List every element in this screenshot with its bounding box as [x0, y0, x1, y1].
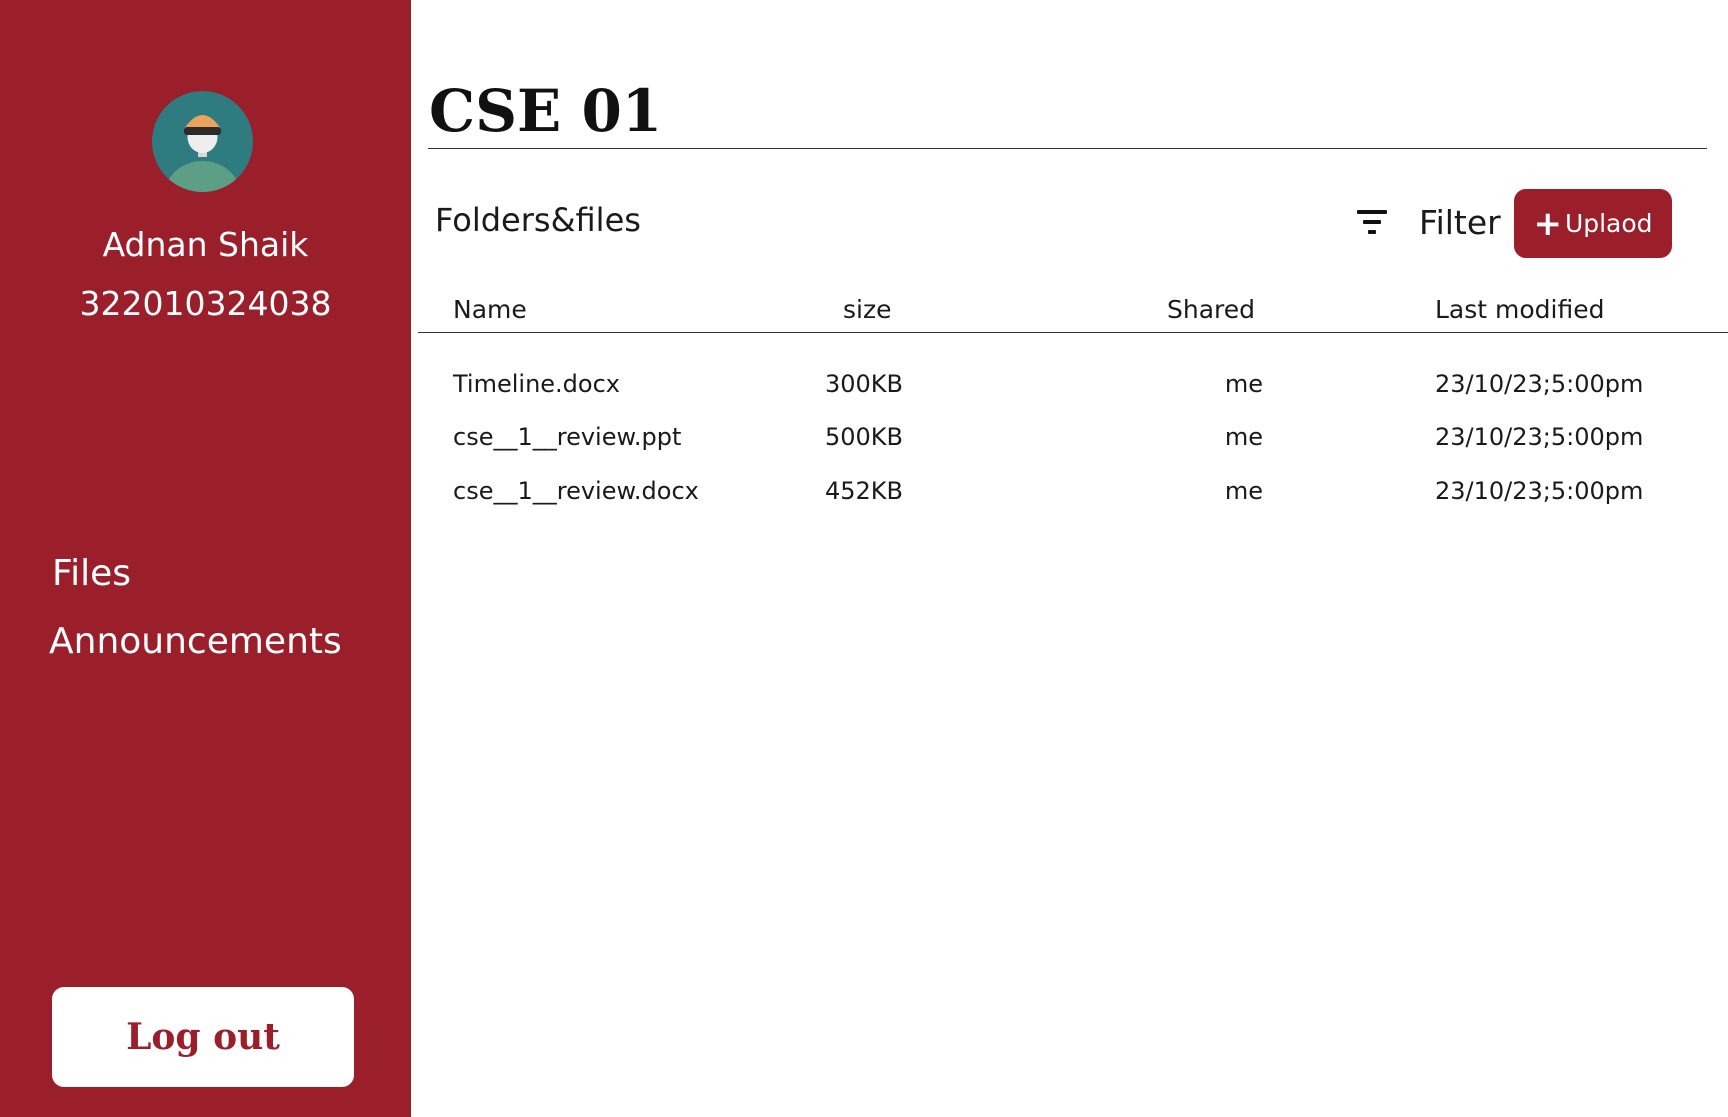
- main-content: CSE 01 Folders&files Filter + Uplaod Nam…: [411, 0, 1728, 1117]
- title-divider: [428, 148, 1707, 149]
- user-name: Adnan Shaik: [102, 225, 309, 264]
- file-modified: 23/10/23;5:00pm: [1435, 370, 1644, 398]
- table-row[interactable]: cse__1__review.ppt 500KB me 23/10/23;5:0…: [411, 423, 1728, 463]
- column-header-last-modified[interactable]: Last modified: [1435, 295, 1604, 324]
- file-shared: me: [1224, 370, 1264, 398]
- section-label: Folders&files: [435, 201, 641, 239]
- logout-button[interactable]: Log out: [52, 987, 354, 1087]
- avatar-icon: [152, 91, 253, 192]
- file-shared: me: [1224, 423, 1264, 451]
- file-name: Timeline.docx: [453, 370, 620, 398]
- sidebar-item-files[interactable]: Files: [52, 553, 131, 594]
- file-name: cse__1__review.docx: [453, 477, 699, 505]
- plus-icon: +: [1533, 203, 1562, 244]
- header-divider: [418, 332, 1728, 333]
- file-shared: me: [1224, 477, 1264, 505]
- file-size: 452KB: [825, 477, 904, 505]
- file-name: cse__1__review.ppt: [453, 423, 682, 451]
- file-modified: 23/10/23;5:00pm: [1435, 477, 1644, 505]
- upload-button[interactable]: + Uplaod: [1514, 189, 1672, 258]
- sidebar: Adnan Shaik 322010324038 Files Announcem…: [0, 0, 411, 1117]
- user-id: 322010324038: [79, 284, 332, 323]
- table-row[interactable]: cse__1__review.docx 452KB me 23/10/23;5:…: [411, 477, 1728, 517]
- filter-icon: [1357, 209, 1387, 234]
- avatar[interactable]: [152, 91, 253, 192]
- page-title: CSE 01: [429, 77, 663, 145]
- filter-button[interactable]: Filter: [1355, 203, 1501, 242]
- upload-label: Uplaod: [1564, 209, 1653, 238]
- file-size: 300KB: [825, 370, 904, 398]
- app-window: Adnan Shaik 322010324038 Files Announcem…: [0, 0, 1728, 1117]
- sidebar-item-announcements[interactable]: Announcements: [49, 621, 342, 662]
- file-size: 500KB: [825, 423, 904, 451]
- column-header-shared[interactable]: Shared: [1167, 295, 1255, 324]
- filter-label: Filter: [1419, 203, 1501, 242]
- column-header-name[interactable]: Name: [453, 295, 527, 324]
- column-header-size[interactable]: size: [843, 295, 891, 324]
- table-row[interactable]: Timeline.docx 300KB me 23/10/23;5:00pm: [411, 370, 1728, 410]
- file-modified: 23/10/23;5:00pm: [1435, 423, 1644, 451]
